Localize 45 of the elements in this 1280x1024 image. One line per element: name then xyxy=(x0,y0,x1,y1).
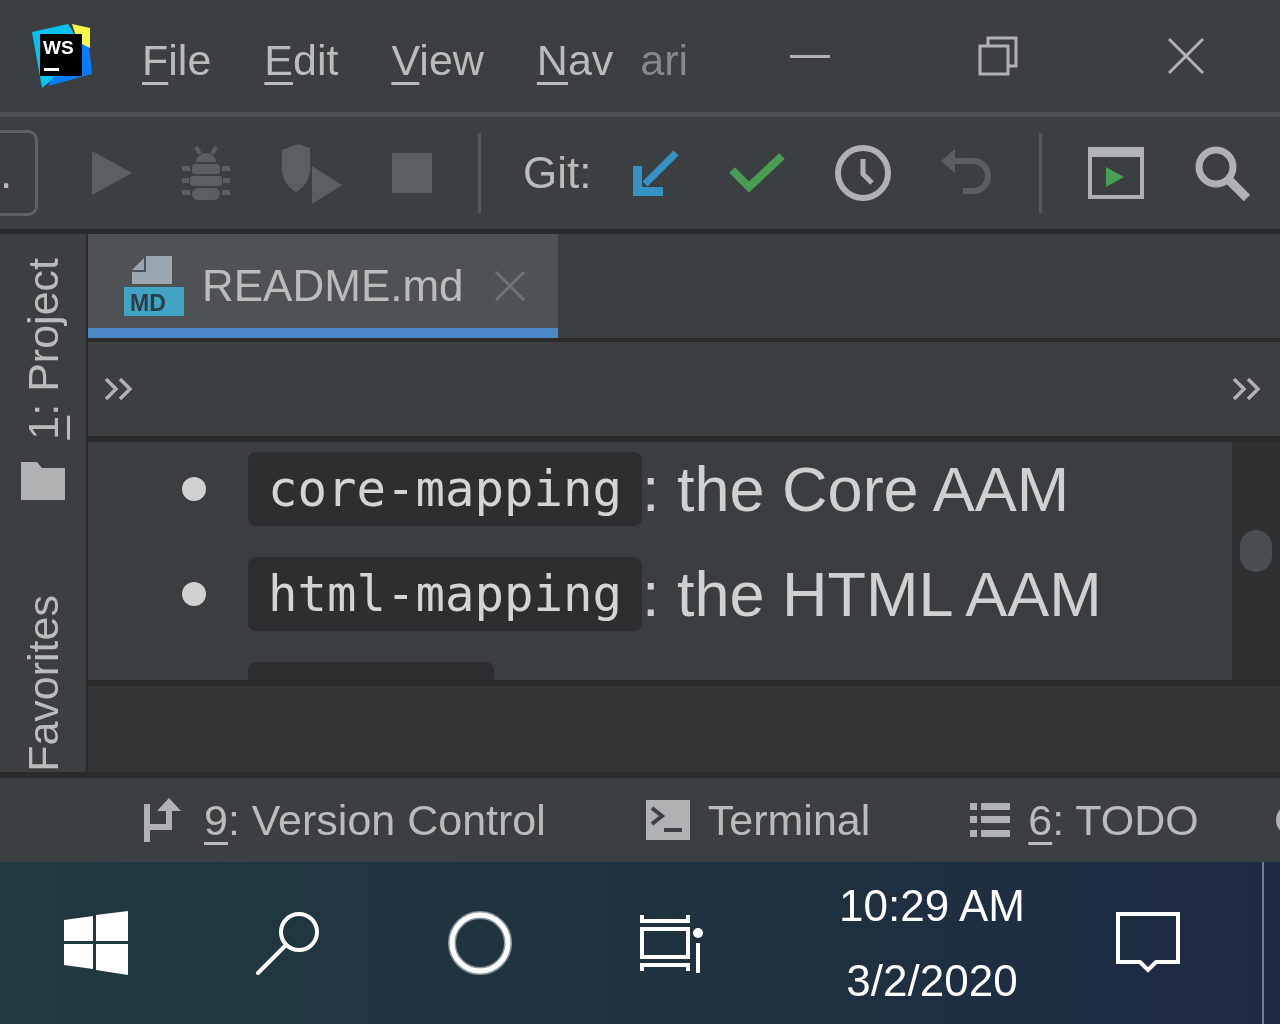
list-item-text: : the Core AAM xyxy=(642,453,1070,526)
speech-bubble-icon xyxy=(1116,912,1180,974)
menu-item[interactable]: View xyxy=(391,34,484,86)
shield-play-icon xyxy=(280,142,342,204)
run-config-dropdown[interactable]: . xyxy=(0,130,38,216)
terminal-icon xyxy=(645,800,690,840)
list-icon xyxy=(970,803,1011,837)
project-tool-button[interactable]: 1: Project xyxy=(16,258,70,500)
search-icon xyxy=(255,910,321,976)
task-view-icon xyxy=(640,913,704,973)
menu-item[interactable]: Nav xyxy=(536,34,614,86)
list-item-text: : the HTML AAM xyxy=(642,558,1102,631)
inline-code: core-mapping xyxy=(248,452,642,526)
checkmark-icon xyxy=(729,153,786,193)
version-control-tool-button[interactable]: 9: Version Control xyxy=(144,795,546,845)
close-icon xyxy=(1167,37,1205,75)
favorites-tool-button[interactable]: Favorites xyxy=(16,595,70,772)
overflow-button[interactable] xyxy=(104,377,132,401)
menu-item[interactable]: ari xyxy=(640,34,689,86)
double-chevron-icon xyxy=(104,377,132,401)
ring-icon xyxy=(448,911,512,975)
minimize-icon xyxy=(790,54,830,58)
close-icon[interactable] xyxy=(493,270,526,302)
bug-icon xyxy=(182,145,230,201)
terminal-tool-button[interactable]: Terminal xyxy=(645,795,871,845)
stop-icon xyxy=(392,153,432,193)
menu-item[interactable]: Edit xyxy=(264,34,339,86)
window-play-icon xyxy=(1088,147,1145,199)
folder-icon xyxy=(21,461,65,500)
editor-tab[interactable]: MD README.md xyxy=(88,234,558,338)
git-label: Git: xyxy=(523,148,592,198)
play-icon xyxy=(92,151,132,195)
bullet-icon xyxy=(182,582,206,606)
windows-logo-icon xyxy=(64,911,128,975)
menu-item[interactable]: File xyxy=(142,34,212,86)
inline-code: html-mapping xyxy=(248,557,642,631)
bullet-icon xyxy=(182,477,206,501)
todo-tool-button[interactable]: 6: TODO xyxy=(970,795,1199,845)
double-chevron-icon xyxy=(1232,377,1260,401)
arrow-down-left-icon xyxy=(633,150,680,196)
overflow-button[interactable] xyxy=(1232,377,1260,401)
restore-icon xyxy=(978,36,1018,76)
search-icon xyxy=(1194,145,1251,201)
scrollbar-thumb[interactable] xyxy=(1240,530,1272,572)
clock-icon xyxy=(835,145,892,201)
